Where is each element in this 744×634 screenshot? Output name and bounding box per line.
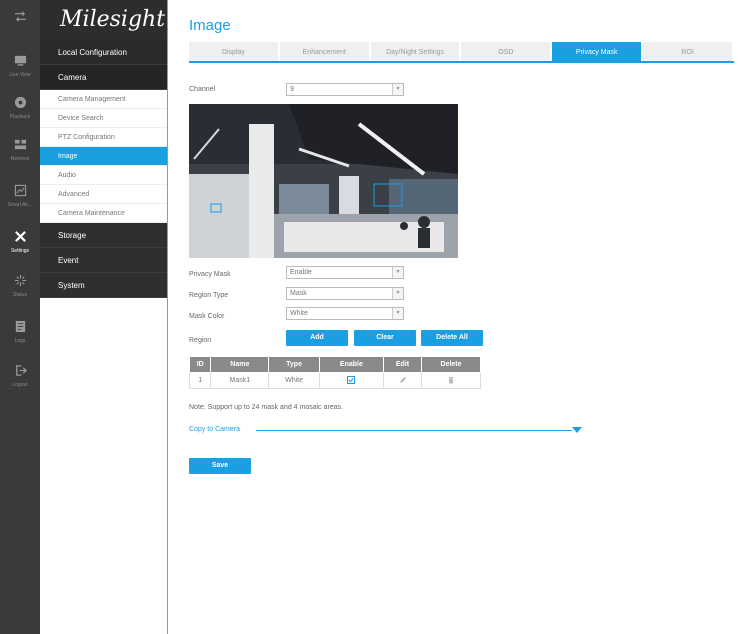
tab-osd[interactable]: OSD [461, 42, 551, 61]
table-row: 1 Mask1 White [188, 372, 481, 389]
tab-roi[interactable]: ROI [643, 42, 732, 61]
tab-display[interactable]: Display [189, 42, 278, 61]
channel-select[interactable]: 9 ▾ [286, 83, 404, 96]
rail-label: Status [12, 292, 28, 298]
delete-all-button[interactable]: Delete All [421, 330, 483, 346]
brand-logo: Milesight [40, 0, 167, 40]
save-button[interactable]: Save [189, 458, 251, 474]
cell-edit [382, 372, 423, 389]
sidebar-blank-area [40, 301, 167, 634]
channel-value: 9 [290, 86, 294, 93]
rail-settings[interactable]: Settings [0, 226, 40, 262]
privacy-mask-value: Enable [290, 269, 312, 276]
region-label: Region [189, 337, 212, 344]
note-text: Note: Support up to 24 mask and 4 mosaic… [189, 404, 344, 411]
rail-label: Logs [14, 338, 26, 344]
mask-color-value: White [290, 310, 308, 317]
region-type-label: Region Type [189, 292, 229, 299]
rail-status[interactable]: Status [0, 270, 40, 306]
sidebar-item-camera-management[interactable]: Camera Management [40, 90, 167, 109]
sidebar-item-ptz-configuration[interactable]: PTZ Configuration [40, 128, 167, 147]
image-tabs: Display Enhancement Day/Night Settings O… [189, 42, 734, 63]
cell-name: Mask1 [210, 372, 270, 389]
chevron-down-icon: ▾ [392, 308, 403, 319]
checkbox-checked-icon[interactable] [347, 375, 356, 384]
monitor-icon [0, 54, 40, 72]
tab-day-night-settings[interactable]: Day/Night Settings [370, 42, 460, 61]
column-header-id: ID [188, 356, 212, 373]
column-header-type: Type [268, 356, 320, 373]
sidebar-item-event[interactable]: Event [40, 248, 167, 273]
sidebar-item-advanced[interactable]: Advanced [40, 185, 167, 204]
main-content: Image Display Enhancement Day/Night Sett… [168, 0, 744, 634]
camera-preview-image [189, 104, 458, 258]
sidebar-item-system[interactable]: System [40, 273, 167, 298]
rail-logout[interactable]: Logout [0, 360, 40, 396]
rail-label: Retrieve [10, 156, 30, 162]
table-header-row: ID Name Type Enable Edit Delete [188, 356, 481, 373]
rail-label: Settings [10, 248, 30, 254]
rail-label: Smart An... [7, 202, 33, 208]
column-header-delete: Delete [421, 356, 481, 373]
sidebar-item-camera-maintenance[interactable]: Camera Maintenance [40, 204, 167, 223]
menu-icon [0, 10, 40, 28]
column-header-enable: Enable [318, 356, 384, 373]
chevron-down-icon: ▾ [392, 288, 403, 299]
cell-id: 1 [188, 372, 212, 389]
logout-icon [0, 364, 40, 382]
expand-caret-icon[interactable] [572, 427, 582, 433]
copy-to-camera-divider [256, 430, 572, 431]
trash-icon[interactable] [447, 376, 455, 384]
sidebar-item-device-search[interactable]: Device Search [40, 109, 167, 128]
column-header-name: Name [210, 356, 270, 373]
logs-icon [0, 320, 40, 338]
chevron-down-icon: ▾ [392, 267, 403, 278]
clear-button[interactable]: Clear [354, 330, 416, 346]
icon-rail: Live View Playback Retrieve Smart An... … [0, 0, 40, 634]
sidebar-item-local-configuration[interactable]: Local Configuration [40, 40, 167, 65]
region-type-value: Mask [290, 290, 307, 297]
mask-color-select[interactable]: White ▾ [286, 307, 404, 320]
rail-playback[interactable]: Playback [0, 92, 40, 128]
menu-toggle-button[interactable] [0, 6, 40, 42]
cell-delete [421, 372, 481, 389]
privacy-mask-label: Privacy Mask [189, 271, 231, 278]
cell-type: White [268, 372, 320, 389]
status-icon [0, 274, 40, 292]
sidebar-item-image[interactable]: Image [40, 147, 167, 166]
column-header-edit: Edit [382, 356, 423, 373]
rail-smart-analysis[interactable]: Smart An... [0, 180, 40, 216]
add-button[interactable]: Add [286, 330, 348, 346]
tab-privacy-mask[interactable]: Privacy Mask [552, 42, 642, 61]
sidebar-item-storage[interactable]: Storage [40, 223, 167, 248]
sidebar-item-audio[interactable]: Audio [40, 166, 167, 185]
sidebar-item-camera[interactable]: Camera [40, 65, 167, 90]
copy-to-camera-link[interactable]: Copy to Camera [189, 426, 240, 433]
playback-icon [0, 96, 40, 114]
privacy-mask-select[interactable]: Enable ▾ [286, 266, 404, 279]
chevron-down-icon: ▾ [392, 84, 403, 95]
edit-pencil-icon[interactable] [399, 376, 407, 384]
region-type-select[interactable]: Mask ▾ [286, 287, 404, 300]
mask-color-label: Mask Color [189, 313, 225, 320]
rail-logs[interactable]: Logs [0, 316, 40, 352]
page-title: Image [189, 17, 231, 34]
sidebar: Milesight Local Configuration Camera Cam… [40, 0, 168, 634]
rail-label: Live View [9, 72, 31, 78]
camera-preview[interactable] [189, 104, 458, 258]
tab-enhancement[interactable]: Enhancement [279, 42, 369, 61]
rail-live-view[interactable]: Live View [0, 50, 40, 86]
rail-retrieve[interactable]: Retrieve [0, 134, 40, 170]
smart-analysis-icon [0, 184, 40, 202]
cell-enable [318, 372, 384, 389]
rail-label: Playback [9, 114, 31, 120]
retrieve-icon [0, 138, 40, 156]
settings-icon [0, 230, 40, 248]
rail-label: Logout [12, 382, 28, 388]
channel-label: Channel [189, 86, 216, 93]
region-table: ID Name Type Enable Edit Delete 1 Mask1 … [188, 356, 481, 389]
